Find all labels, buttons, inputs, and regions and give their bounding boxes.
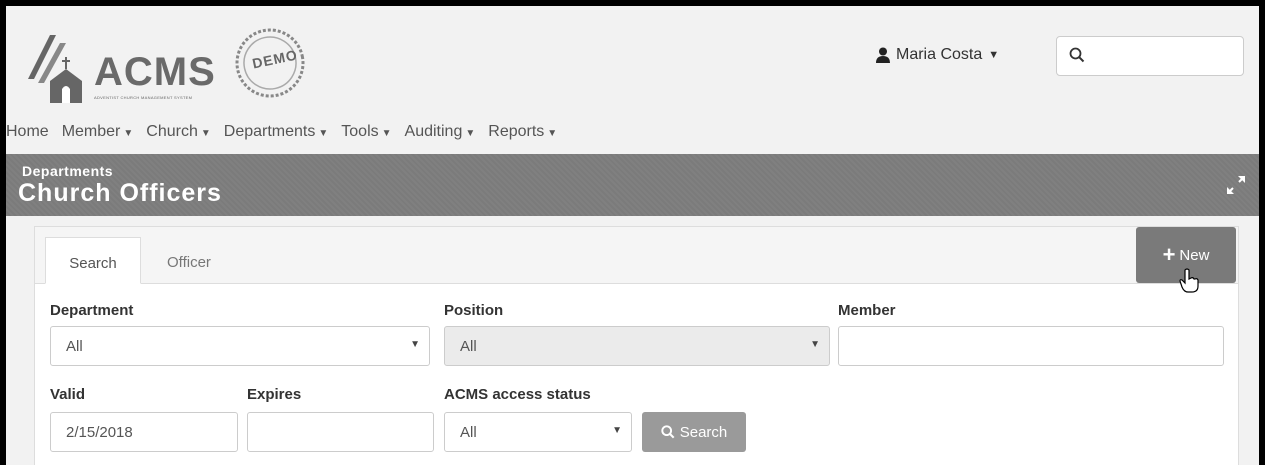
search-icon [661, 425, 675, 439]
nav-church[interactable]: Church ▼ [146, 123, 210, 141]
chevron-down-icon: ▼ [547, 128, 558, 139]
page-header-banner: Departments Church Officers [6, 154, 1259, 216]
department-select[interactable]: All ▼ [50, 326, 430, 366]
hand-cursor-icon [1179, 268, 1199, 293]
main-nav: Home Member ▼ Church ▼ Departments ▼ Tools ▼… [6, 123, 570, 141]
valid-label: Valid [50, 386, 86, 403]
department-value: All [66, 338, 83, 355]
nav-reports-label: Reports [488, 123, 545, 140]
member-field[interactable] [838, 326, 1224, 366]
expand-button[interactable] [1225, 174, 1247, 201]
nav-tools-label: Tools [341, 123, 379, 140]
logo-text: ACMS [94, 50, 216, 94]
new-button-label: New [1179, 246, 1210, 264]
search-input[interactable] [1093, 43, 1237, 71]
global-search[interactable] [1056, 36, 1244, 76]
tab-search-label: Search [69, 255, 117, 272]
access-status-value: All [460, 424, 477, 441]
app-window: ACMS ADVENTIST CHURCH MANAGEMENT SYSTEM … [6, 6, 1259, 465]
page-title: Church Officers [18, 179, 222, 207]
chevron-down-icon: ▼ [988, 49, 1000, 61]
search-icon [1069, 47, 1085, 63]
nav-church-label: Church [146, 123, 198, 140]
nav-member[interactable]: Member ▼ [62, 123, 134, 141]
nav-home-label: Home [6, 123, 49, 140]
valid-date-field[interactable]: 2/15/2018 [50, 412, 238, 452]
nav-tools[interactable]: Tools ▼ [341, 123, 391, 141]
nav-auditing-label: Auditing [404, 123, 463, 140]
dropdown-arrow-icon: ▼ [810, 339, 820, 350]
tab-search[interactable]: Search [45, 237, 141, 284]
position-value: All [460, 338, 477, 355]
user-menu[interactable]: Maria Costa ▼ [876, 46, 999, 64]
expand-icon [1227, 176, 1245, 194]
search-button-label: Search [679, 423, 728, 441]
chevron-down-icon: ▼ [123, 128, 134, 139]
access-status-label: ACMS access status [444, 386, 591, 403]
position-select[interactable]: All ▼ [444, 326, 830, 366]
tab-officer-label: Officer [167, 254, 211, 271]
chevron-down-icon: ▼ [465, 128, 476, 139]
nav-home[interactable]: Home [6, 123, 49, 141]
user-name: Maria Costa [896, 46, 983, 63]
chevron-down-icon: ▼ [381, 128, 392, 139]
nav-departments-label: Departments [223, 123, 316, 140]
nav-departments[interactable]: Departments ▼ [224, 123, 329, 141]
tab-bar: Search Officer + New [35, 227, 1238, 284]
tab-officer[interactable]: Officer [167, 237, 237, 284]
dropdown-arrow-icon: ▼ [612, 425, 622, 436]
department-label: Department [50, 302, 134, 319]
access-status-select[interactable]: All ▼ [444, 412, 632, 452]
plus-icon: + [1162, 242, 1176, 267]
user-icon [876, 47, 890, 63]
breadcrumb: Departments [22, 163, 114, 179]
dropdown-arrow-icon: ▼ [410, 339, 420, 350]
chevron-down-icon: ▼ [318, 128, 329, 139]
nav-auditing[interactable]: Auditing ▼ [405, 123, 476, 141]
logo-subtitle: ADVENTIST CHURCH MANAGEMENT SYSTEM [94, 95, 193, 100]
nav-reports[interactable]: Reports ▼ [488, 123, 557, 141]
position-label: Position [444, 302, 504, 319]
expires-label: Expires [247, 386, 302, 403]
acms-logo[interactable]: ACMS ADVENTIST CHURCH MANAGEMENT SYSTEM … [20, 17, 320, 109]
member-label: Member [838, 302, 896, 319]
search-button[interactable]: Search [642, 412, 746, 452]
chevron-down-icon: ▼ [200, 128, 211, 139]
nav-member-label: Member [61, 123, 121, 140]
valid-value: 2/15/2018 [66, 424, 133, 441]
expires-date-field[interactable] [247, 412, 434, 452]
